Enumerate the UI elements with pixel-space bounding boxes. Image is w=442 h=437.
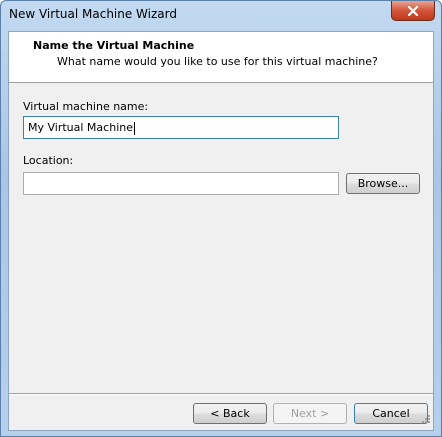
close-button[interactable] bbox=[391, 1, 435, 21]
vm-name-label: Virtual machine name: bbox=[23, 100, 149, 113]
vm-name-input[interactable]: My Virtual Machine bbox=[23, 116, 339, 139]
location-label: Location: bbox=[23, 154, 74, 167]
wizard-header: Name the Virtual Machine What name would… bbox=[9, 32, 433, 83]
footer-divider bbox=[9, 393, 433, 395]
text-caret bbox=[133, 121, 135, 135]
location-input[interactable] bbox=[23, 172, 339, 195]
vm-name-value: My Virtual Machine bbox=[28, 121, 133, 134]
cancel-button[interactable]: Cancel bbox=[354, 403, 428, 424]
back-button[interactable]: < Back bbox=[193, 403, 267, 424]
page-subtitle: What name would you like to use for this… bbox=[57, 55, 378, 68]
browse-button[interactable]: Browse... bbox=[346, 173, 420, 194]
next-button[interactable]: Next > bbox=[273, 403, 347, 424]
wizard-content: Name the Virtual Machine What name would… bbox=[8, 31, 434, 431]
title-bar[interactable]: New Virtual Machine Wizard bbox=[1, 1, 441, 31]
page-title: Name the Virtual Machine bbox=[33, 39, 195, 52]
wizard-window: New Virtual Machine Wizard Name the Virt… bbox=[0, 0, 442, 437]
resize-grip-icon[interactable] bbox=[421, 409, 431, 428]
window-title: New Virtual Machine Wizard bbox=[9, 7, 177, 21]
close-icon bbox=[407, 5, 419, 16]
